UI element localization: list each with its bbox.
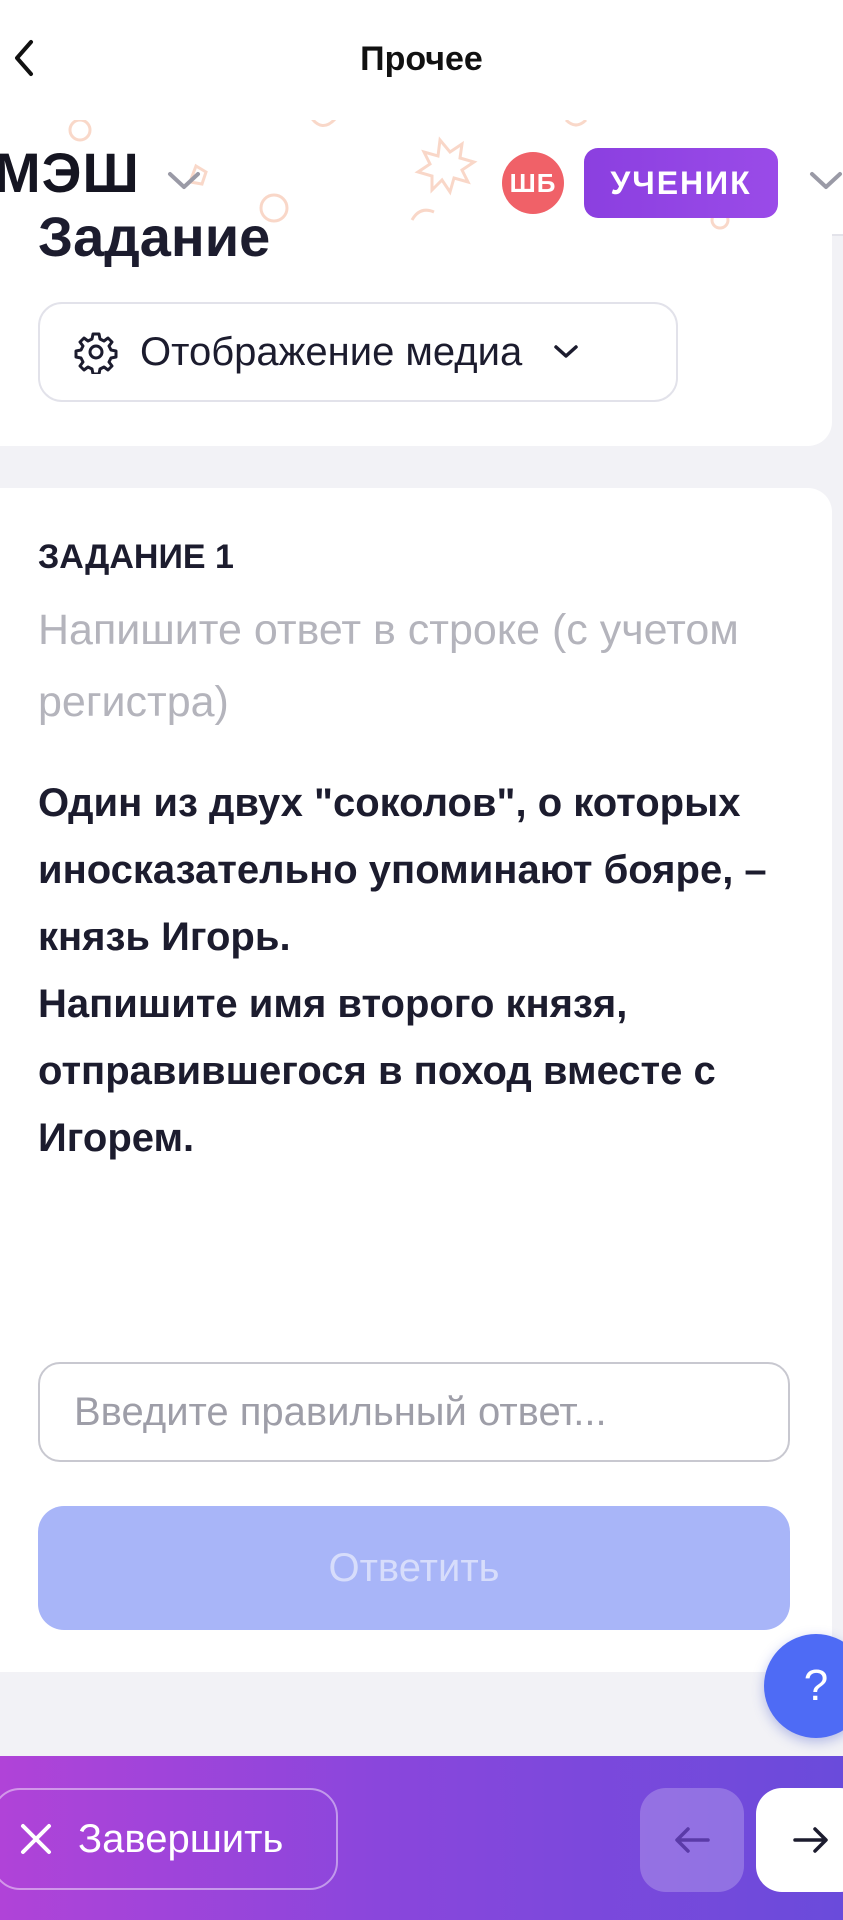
app-logo[interactable]: МЭШ xyxy=(0,140,140,205)
chevron-down-icon xyxy=(552,343,580,361)
finish-label: Завершить xyxy=(78,1816,284,1861)
chevron-down-icon[interactable] xyxy=(808,170,843,192)
media-display-dropdown[interactable]: Отображение медиа xyxy=(38,302,678,402)
bottom-bar: Завершить xyxy=(0,1756,843,1920)
submit-answer-button[interactable]: Ответить xyxy=(38,1506,790,1630)
task-number: ЗАДАНИЕ 1 xyxy=(38,538,234,576)
next-button[interactable] xyxy=(756,1788,843,1892)
gear-icon xyxy=(74,330,118,374)
previous-button[interactable] xyxy=(640,1788,744,1892)
task-card: ЗАДАНИЕ 1 Напишите ответ в строке (с уче… xyxy=(0,488,832,1672)
role-button[interactable]: УЧЕНИК xyxy=(584,148,778,218)
chevron-down-icon[interactable] xyxy=(166,170,202,192)
task-question: Один из двух "соколов", о которых иноска… xyxy=(38,781,767,1160)
section-card: Задание Отображение медиа xyxy=(0,205,832,446)
nav-title: Прочее xyxy=(360,40,483,78)
section-title: Задание xyxy=(38,205,271,268)
answer-input[interactable] xyxy=(38,1362,790,1462)
navigation-bar: Прочее xyxy=(0,0,843,120)
arrow-left-icon xyxy=(675,1827,710,1853)
task-instruction: Напишите ответ в строке (с учетом регист… xyxy=(38,606,739,726)
finish-button[interactable]: Завершить xyxy=(0,1788,338,1890)
avatar[interactable]: ШБ xyxy=(502,152,564,214)
arrow-right-icon xyxy=(793,1827,828,1853)
media-display-label: Отображение медиа xyxy=(140,329,523,374)
close-icon xyxy=(18,1821,54,1857)
